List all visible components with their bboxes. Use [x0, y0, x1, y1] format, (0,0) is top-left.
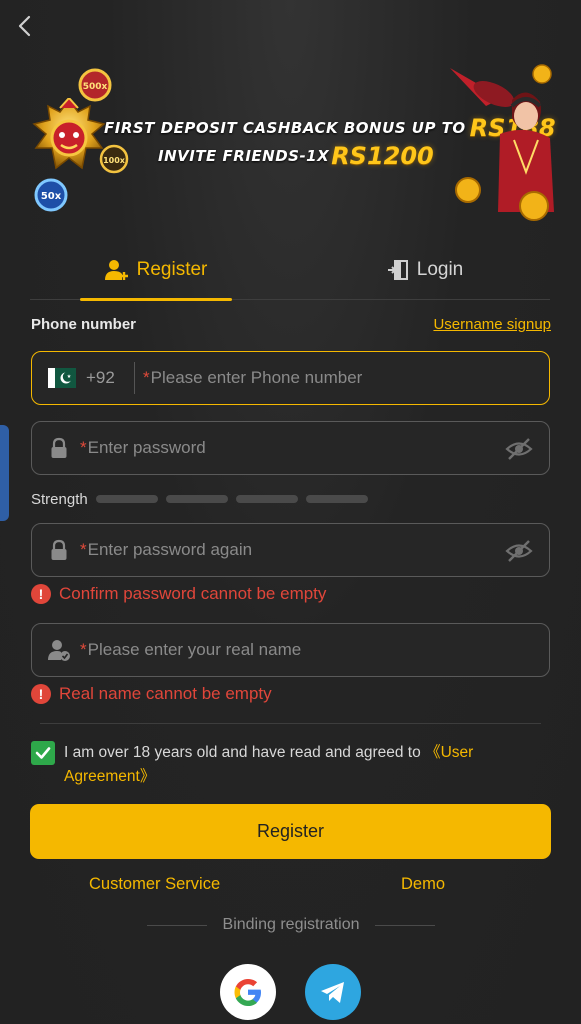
strength-bar [165, 495, 228, 503]
divider-line [375, 924, 435, 926]
agreement-row: I am over 18 years old and have read and… [31, 741, 551, 789]
chip-label-50x: 50x [41, 191, 62, 202]
golden-mask-icon [32, 98, 106, 170]
demo-link[interactable]: Demo [401, 875, 445, 894]
checkmark-icon [35, 747, 51, 759]
register-page: 500x 100x 50x FIRST DEPOSIT CASHBACK BON… [0, 0, 581, 1024]
strength-bar [235, 495, 298, 503]
banner-subline: INVITE FRIENDS-1XRS1200 [158, 142, 434, 170]
confirm-error-text: Confirm password cannot be empty [59, 584, 327, 603]
agreement-checkbox[interactable] [31, 741, 55, 765]
chip-label-100x: 100x [103, 156, 126, 165]
add-user-icon [104, 260, 128, 280]
field-divider [134, 362, 135, 394]
country-code[interactable]: +92 [86, 368, 134, 388]
binding-registration-label: Binding registration [222, 916, 360, 933]
confirm-password-field[interactable]: * Enter password again [31, 523, 550, 577]
multiplier-chip-icon: 100x [99, 144, 129, 174]
eye-off-icon[interactable] [505, 539, 533, 563]
divider [40, 723, 541, 724]
banner-line1-text: FIRST DEPOSIT CASHBACK BONUS UP TO [104, 119, 466, 137]
phone-field[interactable]: +92 * Please enter Phone number [31, 351, 550, 405]
banner-line2-text: INVITE FRIENDS-1X [158, 147, 330, 165]
side-drawer-handle[interactable] [0, 425, 9, 521]
promo-banner[interactable]: 500x 100x 50x FIRST DEPOSIT CASHBACK BON… [20, 58, 565, 226]
agreement-statement: I am over 18 years old and have read and… [64, 744, 421, 761]
username-signup-link[interactable]: Username signup [433, 316, 551, 333]
pilot-character-icon [450, 64, 554, 221]
login-door-icon [387, 260, 408, 280]
back-arrow-icon[interactable] [14, 14, 38, 38]
strength-bar [305, 495, 368, 503]
phone-label-row: Phone number Username signup [31, 315, 551, 337]
required-mark: * [143, 368, 150, 387]
multiplier-chip-icon: 50x [34, 178, 68, 212]
real-name-placeholder[interactable]: Please enter your real name [88, 640, 302, 660]
confirm-password-placeholder[interactable]: Enter password again [88, 540, 252, 560]
google-icon [234, 979, 261, 1006]
telegram-icon [321, 982, 344, 1003]
lock-icon [51, 539, 67, 560]
password-strength: Strength [31, 489, 368, 509]
required-mark: * [80, 540, 87, 559]
lock-icon [51, 437, 67, 458]
user-verified-icon [48, 640, 70, 661]
tab-register[interactable]: Register [80, 240, 232, 301]
password-field[interactable]: * Enter password [31, 421, 550, 475]
register-button[interactable]: Register [30, 804, 551, 859]
auth-tabs: Register Login [30, 240, 550, 301]
phone-number-label: Phone number [31, 316, 137, 333]
binding-registration-divider: Binding registration [147, 915, 435, 935]
error-icon: ! [31, 584, 51, 604]
agreement-text: I am over 18 years old and have read and… [31, 741, 551, 789]
customer-service-link[interactable]: Customer Service [89, 875, 220, 894]
phone-input-placeholder[interactable]: Please enter Phone number [151, 368, 363, 388]
strength-label: Strength [31, 490, 88, 508]
multiplier-chip-icon: 500x [78, 68, 112, 102]
eye-off-icon[interactable] [505, 437, 533, 461]
telegram-login-button[interactable] [305, 964, 361, 1020]
password-input-placeholder[interactable]: Enter password [88, 438, 206, 458]
banner-line2-amount: RS1200 [331, 142, 434, 170]
real-name-error-text: Real name cannot be empty [59, 684, 272, 703]
tab-login[interactable]: Login [360, 240, 490, 300]
required-mark: * [80, 438, 87, 457]
tab-register-label: Register [136, 259, 208, 280]
strength-bar [95, 495, 158, 503]
required-mark: * [80, 640, 87, 659]
google-login-button[interactable] [220, 964, 276, 1020]
error-icon: ! [31, 684, 51, 704]
confirm-password-error: ! Confirm password cannot be empty [31, 584, 326, 604]
divider-line [147, 924, 207, 926]
real-name-error: ! Real name cannot be empty [31, 684, 272, 704]
tab-login-label: Login [416, 259, 464, 280]
pakistan-flag-icon [48, 368, 76, 388]
real-name-field[interactable]: * Please enter your real name [31, 623, 550, 677]
chip-label-500x: 500x [83, 82, 108, 92]
